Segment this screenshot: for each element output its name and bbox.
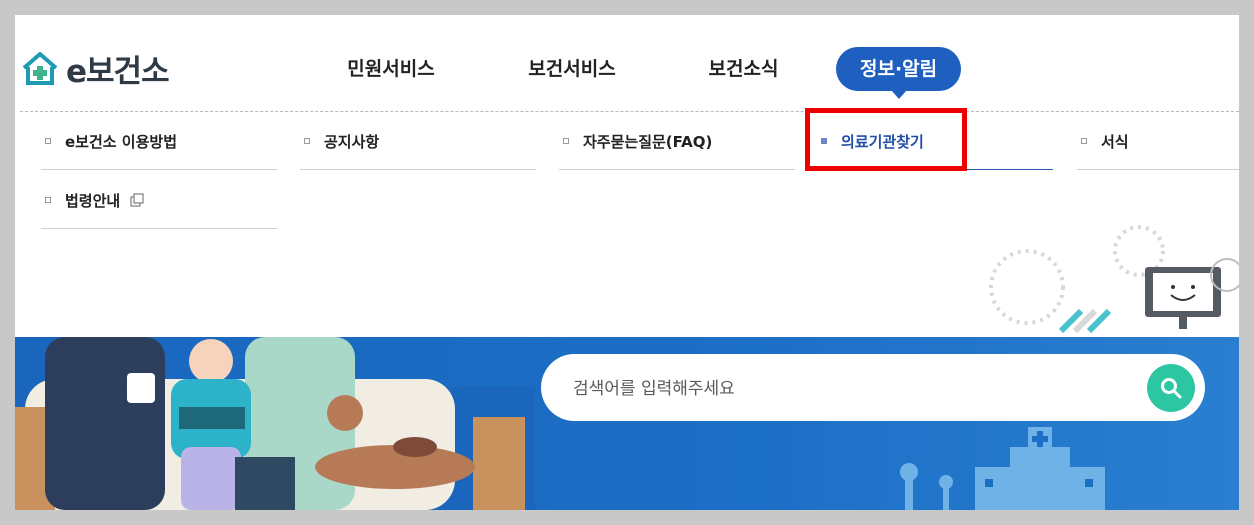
submenu-notice[interactable]: 공지사항: [300, 113, 536, 170]
nav-health-service[interactable]: 보건서비스: [512, 47, 632, 91]
family-illustration: [15, 337, 535, 510]
submenu-label: 서식: [1101, 132, 1129, 151]
submenu-forms[interactable]: 서식: [1077, 113, 1239, 170]
building-illustration: [900, 427, 1105, 510]
submenu-label: 공지사항: [324, 132, 380, 151]
bullet-icon: [563, 138, 569, 144]
highlight-box: [805, 108, 967, 171]
submenu-usage-guide[interactable]: e보건소 이용방법: [41, 113, 277, 170]
search-button[interactable]: [1147, 364, 1195, 412]
submenu-label: 법령안내: [65, 191, 121, 210]
search-icon: [1161, 378, 1182, 399]
submenu-label: 자주묻는질문(FAQ): [583, 132, 713, 151]
nav-info-notice[interactable]: 정보·알림: [836, 47, 962, 99]
search-input[interactable]: [571, 354, 1135, 423]
nav-civil-service[interactable]: 민원서비스: [331, 47, 451, 91]
decoration-illustration: [989, 225, 1239, 334]
main-nav: 민원서비스 보건서비스 보건소식 정보·알림: [15, 47, 1015, 99]
nav-health-news[interactable]: 보건소식: [691, 47, 796, 91]
submenu-label: e보건소 이용방법: [65, 132, 177, 151]
bullet-icon: [45, 197, 51, 203]
submenu-law-guide[interactable]: 법령안내: [41, 172, 277, 229]
search-bar: [541, 354, 1205, 423]
page-frame: e보건소 민원서비스 보건서비스 보건소식 정보·알림 e보건소 이용방법 공지…: [15, 15, 1239, 510]
bullet-icon: [1081, 138, 1087, 144]
nav-divider: [20, 111, 1239, 112]
bullet-icon: [304, 138, 310, 144]
bullet-icon: [45, 138, 51, 144]
new-window-icon: [130, 193, 144, 207]
submenu-faq[interactable]: 자주묻는질문(FAQ): [559, 113, 795, 170]
